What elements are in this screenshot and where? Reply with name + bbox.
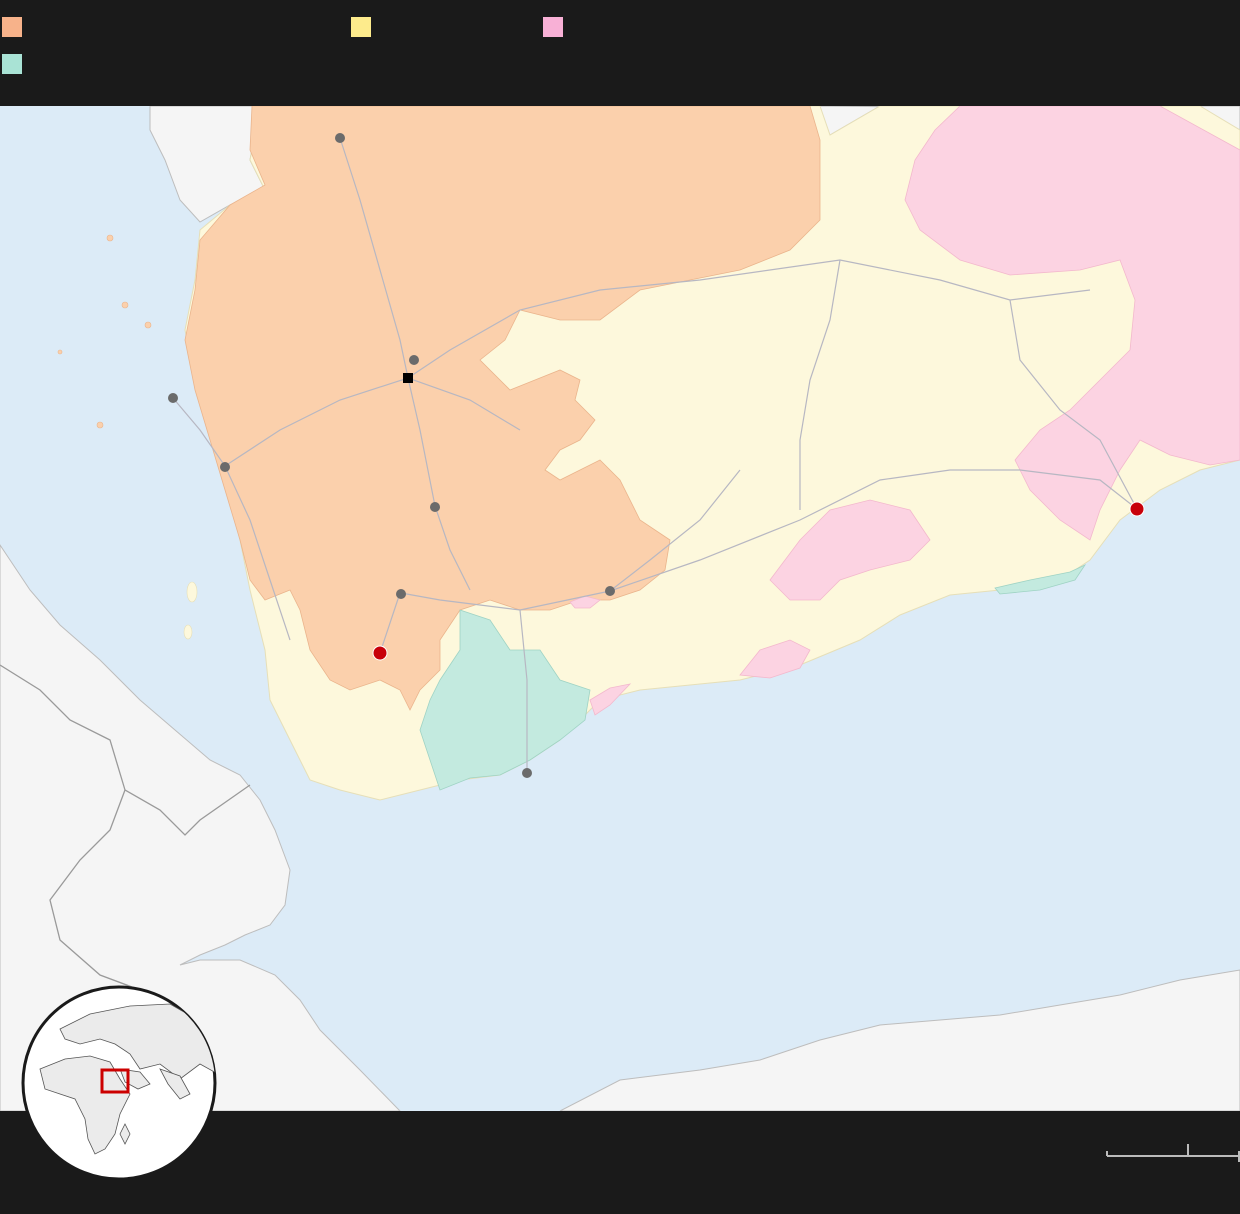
legend-swatch-zone-2 xyxy=(351,17,371,37)
map-svg xyxy=(0,106,1240,1111)
city-marker xyxy=(605,586,615,596)
legend-swatch-zone-4 xyxy=(2,54,22,74)
city-marker xyxy=(335,133,345,143)
legend-bar xyxy=(0,0,1240,106)
highlight-city-east[interactable] xyxy=(1129,501,1145,517)
map-area[interactable] xyxy=(0,106,1240,1111)
city-marker xyxy=(220,462,230,472)
locator-globe xyxy=(21,985,217,1181)
scale-bar xyxy=(1106,1144,1240,1162)
city-marker xyxy=(430,502,440,512)
legend-swatch-zone-1 xyxy=(2,17,22,37)
city-marker xyxy=(168,393,178,403)
city-marker xyxy=(522,768,532,778)
legend-swatch-zone-3 xyxy=(543,17,563,37)
city-marker xyxy=(409,355,419,365)
highlight-city-west[interactable] xyxy=(372,645,388,661)
city-marker xyxy=(396,589,406,599)
capital-marker xyxy=(403,373,413,383)
